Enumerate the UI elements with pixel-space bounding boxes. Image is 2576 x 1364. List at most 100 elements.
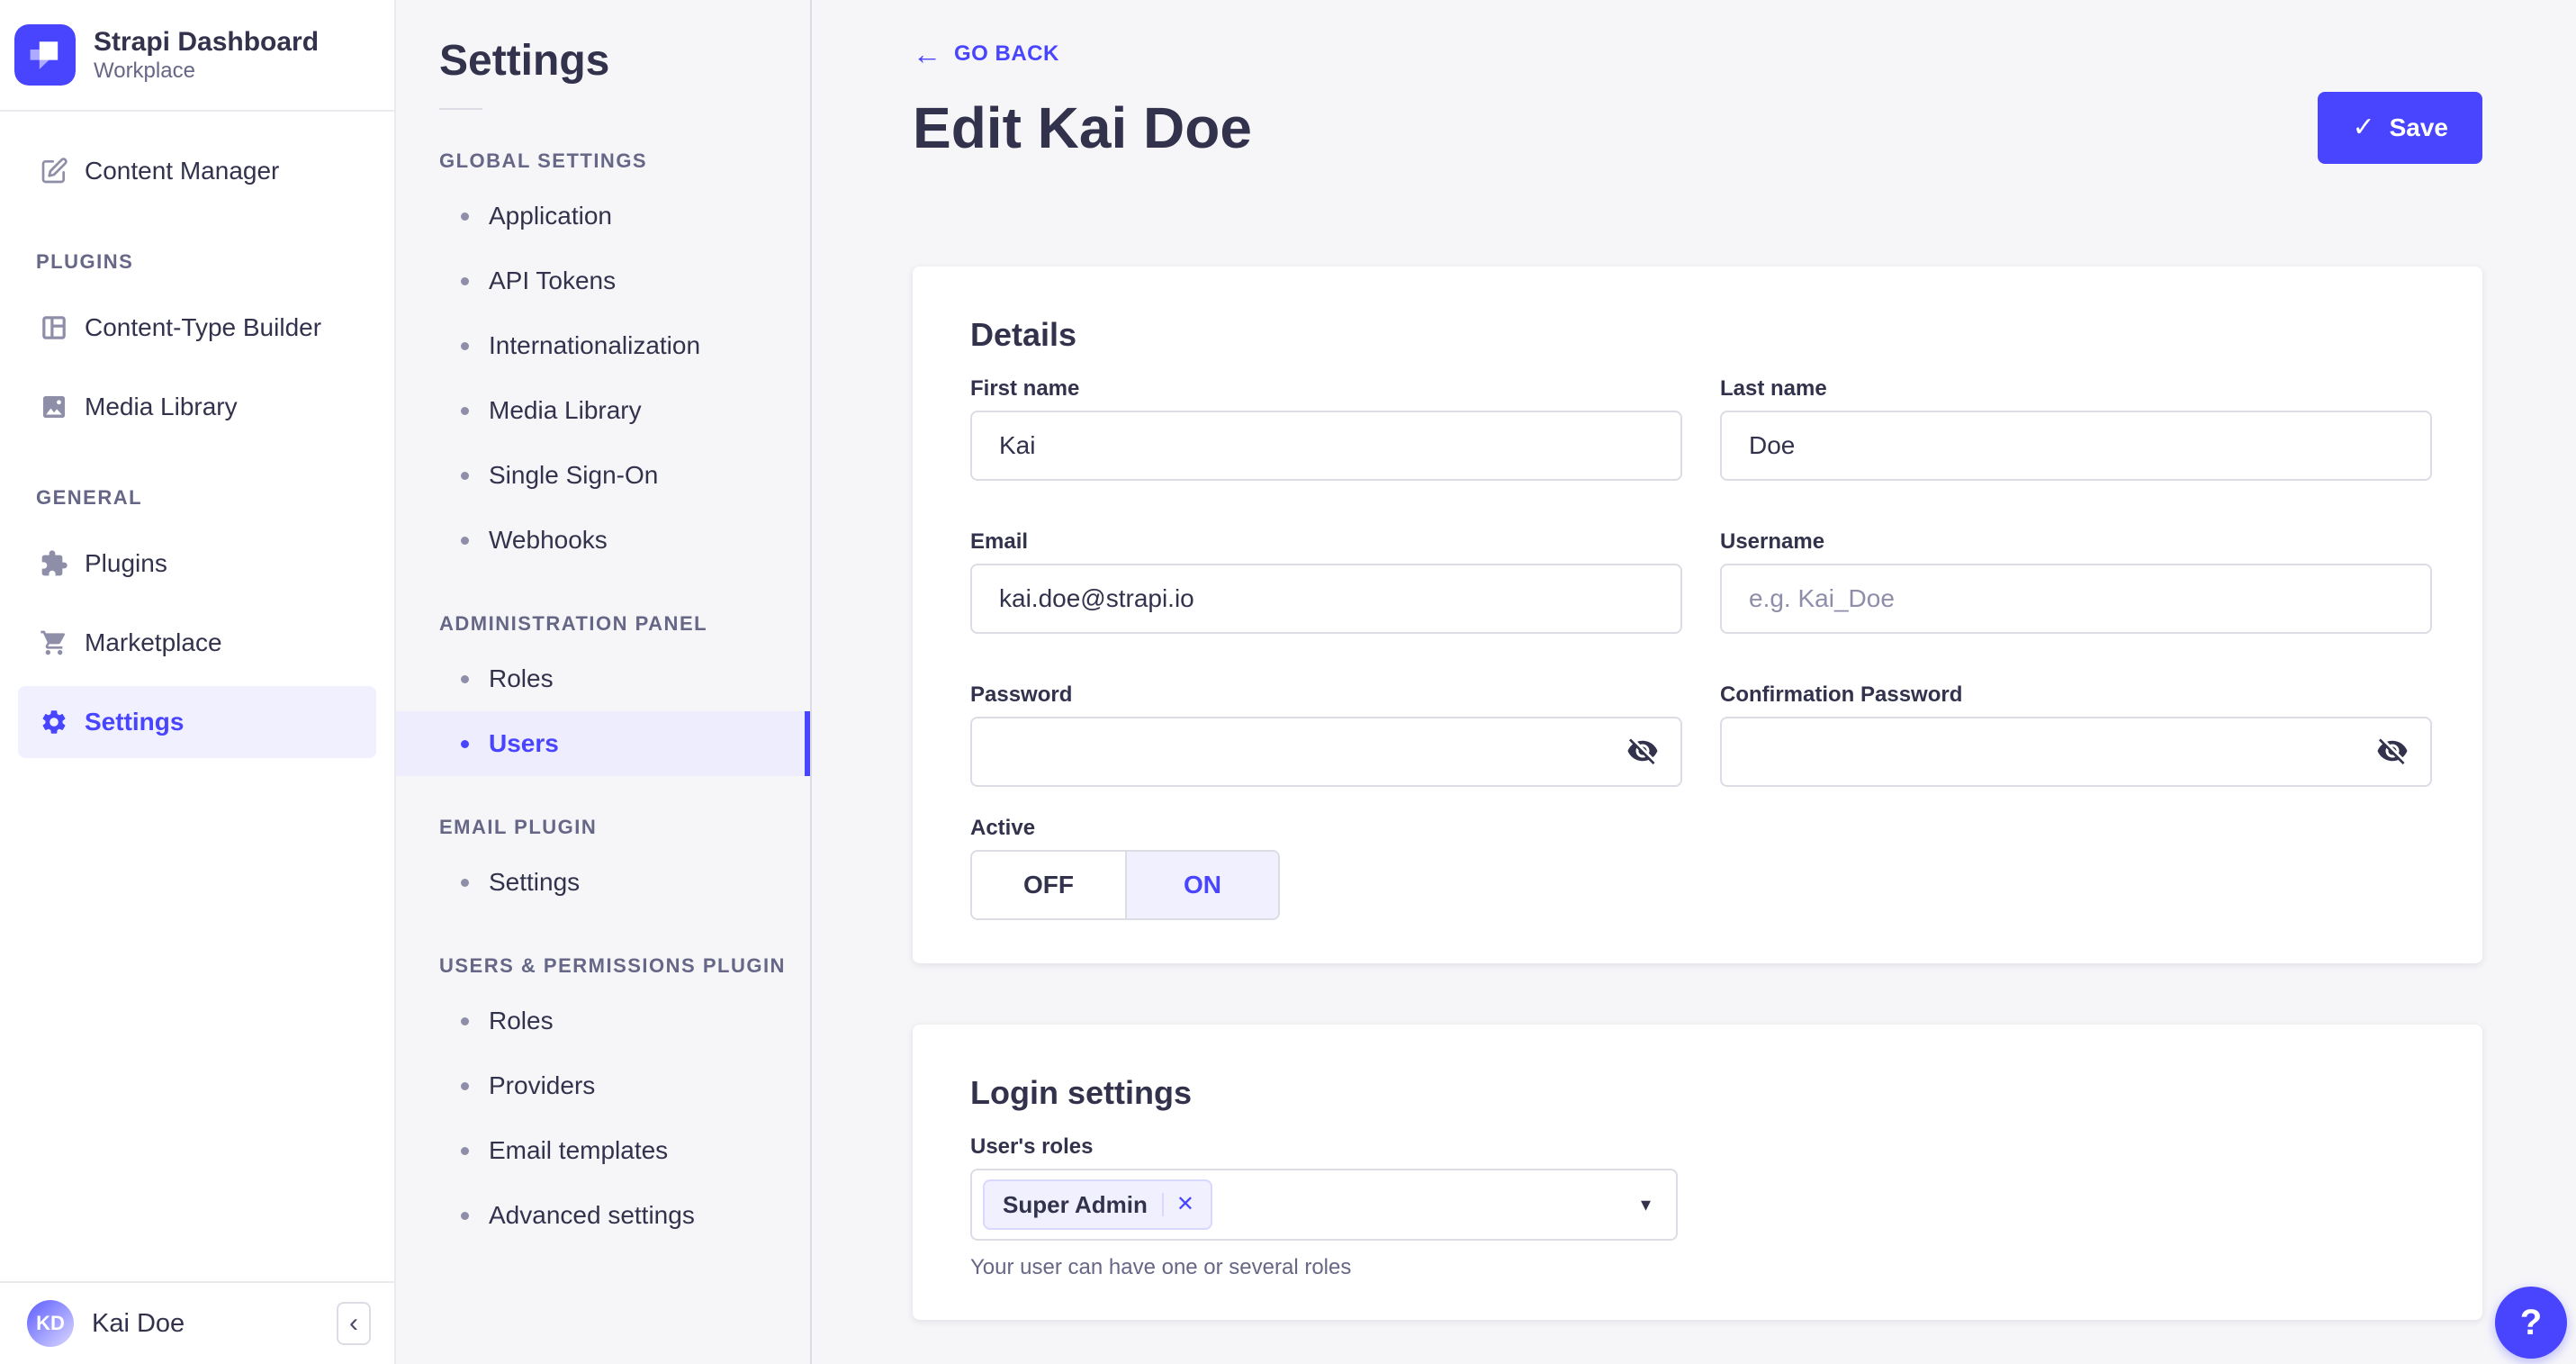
collapse-sidebar-button[interactable]: ‹	[337, 1302, 371, 1345]
active-field-group: Active OFF ON	[970, 816, 2432, 920]
subnav-item-label: Email templates	[489, 1136, 669, 1164]
email-label: Email	[970, 529, 1029, 554]
remove-role-button[interactable]: ✕	[1164, 1194, 1207, 1215]
last-name-input[interactable]	[1720, 411, 2432, 481]
details-form: First name Last name Email	[970, 376, 2432, 787]
subnav-section-title: GLOBAL SETTINGS	[439, 149, 648, 172]
last-name-field-group: Last name	[1720, 376, 2432, 481]
last-name-label: Last name	[1720, 376, 1827, 401]
subnav-item-api-tokens[interactable]: API Tokens	[396, 248, 810, 313]
subnav-section-title: USERS & PERMISSIONS PLUGIN	[439, 954, 786, 977]
page-header: Edit Kai Doe ✓ Save	[913, 92, 2482, 164]
sidebar-item-media-library[interactable]: Media Library	[18, 371, 376, 443]
toggle-confirmation-password-visibility-button[interactable]	[2374, 734, 2410, 770]
go-back-label: GO BACK	[954, 41, 1059, 66]
workspace-header[interactable]: Strapi Dashboard Workplace	[0, 0, 394, 112]
subnav-item-email-templates[interactable]: Email templates	[396, 1118, 810, 1183]
password-field-group: Password	[970, 682, 1682, 787]
toggle-password-visibility-button[interactable]	[1625, 734, 1661, 770]
user-roles-label: User's roles	[970, 1134, 1094, 1159]
gear-icon	[40, 708, 68, 736]
bullet-icon	[461, 276, 469, 285]
subnav-item-label: Application	[489, 202, 612, 230]
subnav-item-advanced-settings[interactable]: Advanced settings	[396, 1183, 810, 1248]
subnav-item-up-roles[interactable]: Roles	[396, 989, 810, 1053]
subnav-section-email-plugin: EMAIL PLUGIN Settings	[396, 816, 810, 915]
question-mark-icon: ?	[2519, 1302, 2543, 1342]
active-label: Active	[970, 816, 1036, 840]
bullet-icon	[461, 471, 469, 480]
subnav-section-title: EMAIL PLUGIN	[439, 816, 598, 838]
sidebar-item-content-type-builder[interactable]: Content-Type Builder	[18, 292, 376, 364]
sidebar-section-plugins: PLUGINS	[36, 250, 134, 273]
username-field-group: Username	[1720, 529, 2432, 634]
user-roles-multiselect[interactable]: Super Admin ✕ ▾	[970, 1169, 1678, 1241]
subnav-item-media-library[interactable]: Media Library	[396, 378, 810, 443]
sidebar-item-label: Marketplace	[85, 628, 222, 656]
details-heading: Details	[970, 316, 1077, 353]
active-toggle-on[interactable]: ON	[1125, 852, 1278, 918]
user-roles-helper-text: Your user can have one or several roles	[970, 1255, 1352, 1279]
username-input[interactable]	[1720, 564, 2432, 634]
subnav-item-internationalization[interactable]: Internationalization	[396, 313, 810, 378]
bullet-icon	[461, 1211, 469, 1220]
bullet-icon	[461, 1081, 469, 1090]
confirmation-password-field-group: Confirmation Password	[1720, 682, 2432, 787]
subnav-item-admin-users[interactable]: Users	[396, 711, 810, 776]
puzzle-icon	[40, 549, 68, 578]
bullet-icon	[461, 878, 469, 887]
bullet-icon	[461, 1016, 469, 1025]
help-button[interactable]: ?	[2495, 1287, 2567, 1359]
workspace-titles: Strapi Dashboard Workplace	[94, 26, 319, 84]
email-field-group: Email	[970, 529, 1682, 634]
layout-grid-icon	[40, 313, 68, 342]
subnav-item-label: Roles	[489, 1007, 554, 1034]
role-tag-label: Super Admin	[1003, 1190, 1148, 1218]
first-name-input[interactable]	[970, 411, 1682, 481]
confirmation-password-label: Confirmation Password	[1720, 682, 1963, 707]
bullet-icon	[461, 341, 469, 350]
sidebar-item-label: Content Manager	[85, 157, 280, 185]
subnav-section-title: ADMINISTRATION PANEL	[439, 612, 708, 635]
eye-off-icon	[2376, 735, 2409, 770]
sidebar-item-marketplace[interactable]: Marketplace	[18, 607, 376, 679]
sidebar-item-label: Plugins	[85, 549, 167, 577]
first-name-field-group: First name	[970, 376, 1682, 481]
sidebar-item-settings[interactable]: Settings	[18, 686, 376, 758]
close-icon: ✕	[1175, 1192, 1194, 1216]
confirmation-password-input[interactable]	[1720, 717, 2432, 787]
subnav-item-email-settings[interactable]: Settings	[396, 850, 810, 915]
email-input[interactable]	[970, 564, 1682, 634]
strapi-admin-app: Strapi Dashboard Workplace Content Manag…	[0, 0, 2576, 1364]
active-toggle-off[interactable]: OFF	[972, 852, 1125, 918]
main-content: ← GO BACK Edit Kai Doe ✓ Save Details Fi…	[812, 0, 2576, 1364]
sidebar-item-plugins[interactable]: Plugins	[18, 528, 376, 600]
subnav-item-webhooks[interactable]: Webhooks	[396, 508, 810, 573]
subnav-item-single-sign-on[interactable]: Single Sign-On	[396, 443, 810, 508]
subnav-item-label: Providers	[489, 1071, 596, 1099]
subnav-section-global-settings: GLOBAL SETTINGS Application API Tokens I…	[396, 149, 810, 573]
password-input[interactable]	[970, 717, 1682, 787]
subnav-item-label: Roles	[489, 664, 554, 692]
login-settings-heading: Login settings	[970, 1074, 1192, 1111]
first-name-label: First name	[970, 376, 1080, 401]
sidebar-item-label: Media Library	[85, 393, 238, 420]
workspace-name: Workplace	[94, 59, 195, 83]
chevron-down-icon: ▾	[1640, 1193, 1651, 1215]
role-tag-super-admin: Super Admin ✕	[983, 1179, 1212, 1230]
sidebar-section-general: GENERAL	[36, 486, 143, 509]
subnav-item-label: Advanced settings	[489, 1201, 695, 1229]
go-back-link[interactable]: ← GO BACK	[913, 40, 1059, 68]
subnav-item-application[interactable]: Application	[396, 184, 810, 248]
subnav-item-label: Media Library	[489, 396, 642, 424]
bullet-icon	[461, 1146, 469, 1155]
settings-subnav: Settings GLOBAL SETTINGS Application API…	[396, 0, 812, 1364]
save-button[interactable]: ✓ Save	[2318, 92, 2482, 164]
subnav-item-admin-roles[interactable]: Roles	[396, 646, 810, 711]
subnav-item-label: Settings	[489, 868, 581, 896]
user-avatar[interactable]: KD	[27, 1300, 74, 1347]
sidebar-item-content-manager[interactable]: Content Manager	[18, 135, 376, 207]
subnav-item-providers[interactable]: Providers	[396, 1053, 810, 1118]
user-roles-field-group: User's roles Super Admin ✕ ▾ Your user c…	[970, 1134, 2432, 1280]
user-name[interactable]: Kai Doe	[92, 1309, 185, 1339]
